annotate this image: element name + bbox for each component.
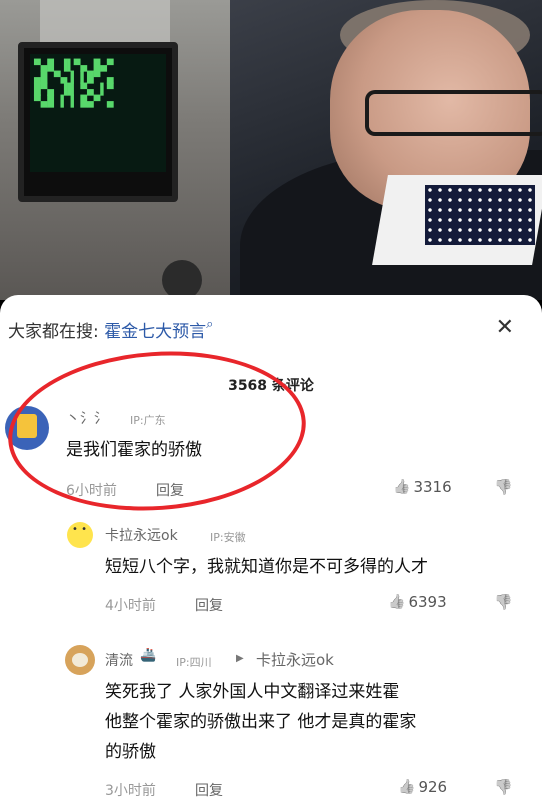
reply-button[interactable]: 回复 <box>195 780 223 800</box>
emblem-icon <box>17 414 37 438</box>
reply-arrow-icon: ▶ <box>236 653 244 664</box>
like-icon: 👍 <box>393 479 411 495</box>
avatar[interactable] <box>65 645 95 675</box>
comment-text-line: 他整个霍家的骄傲出来了 他才是真的霍家 <box>105 712 417 732</box>
ip-location: IP:四川 <box>176 656 212 669</box>
comment-time: 3小时前 <box>105 783 156 799</box>
monitor-screen: ▀▄█ ▐▌▀▄ █▄▀ ▄█ ▀▄▐ ▌█▀ ▄ █▀▄ ▐█ ▀▄ ▌▀ ▀… <box>30 54 166 172</box>
reply-target-username[interactable]: 卡拉永远ok <box>256 649 334 670</box>
like-count: 926 <box>418 778 448 796</box>
search-keyword-link[interactable]: 霍金七大预言 <box>104 322 206 342</box>
comment-count: 3568 条评论 <box>228 378 314 394</box>
microphone <box>162 260 202 300</box>
dislike-icon[interactable]: 👎 <box>494 593 513 611</box>
like-icon: 👍 <box>398 779 416 795</box>
avatar[interactable] <box>5 406 49 450</box>
like-count: 6393 <box>408 593 447 611</box>
search-prefix: 大家都在搜: <box>8 322 99 342</box>
like-button[interactable]: 👍 926 <box>398 778 447 796</box>
ship-badge-icon: 🚢 <box>140 648 157 663</box>
reply-button[interactable]: 回复 <box>195 595 223 615</box>
like-button[interactable]: 👍 3316 <box>393 478 452 496</box>
dislike-icon[interactable]: 👎 <box>494 478 513 496</box>
comments-panel: 大家都在搜: 霍金七大预言⌕ ✕ 3568 条评论 丶氵氵 IP:广东 是我们霍… <box>0 295 542 800</box>
comment-username[interactable]: 卡拉永远ok <box>105 525 178 545</box>
dislike-icon[interactable]: 👎 <box>494 778 513 796</box>
ip-location: IP:安徽 <box>210 531 246 544</box>
background-light <box>40 0 170 45</box>
ip-location: IP:广东 <box>130 414 166 427</box>
close-icon[interactable]: ✕ <box>496 315 514 340</box>
speech-computer-monitor: ▀▄█ ▐▌▀▄ █▄▀ ▄█ ▀▄▐ ▌█▀ ▄ █▀▄ ▐█ ▀▄ ▌▀ ▀… <box>18 42 178 202</box>
like-button[interactable]: 👍 6393 <box>388 593 447 611</box>
comment-text: 是我们霍家的骄傲 <box>66 440 202 460</box>
video-player[interactable]: ▀▄█ ▐▌▀▄ █▄▀ ▄█ ▀▄▐ ▌█▀ ▄ █▀▄ ▐█ ▀▄ ▌▀ ▀… <box>0 0 542 300</box>
person-tie <box>425 185 535 245</box>
video-left-frame: ▀▄█ ▐▌▀▄ █▄▀ ▄█ ▀▄▐ ▌█▀ ▄ █▀▄ ▐█ ▀▄ ▌▀ ▀… <box>0 0 230 300</box>
search-suggestion[interactable]: 大家都在搜: 霍金七大预言⌕ <box>8 317 213 342</box>
video-right-frame <box>230 0 542 300</box>
comment-username[interactable]: 清流 <box>105 650 133 670</box>
comment-text-line: 的骄傲 <box>105 742 156 762</box>
comment-text-line: 笑死我了 人家外国人中文翻译过来姓霍 <box>105 682 400 702</box>
person-glasses <box>365 90 542 136</box>
comment-time: 4小时前 <box>105 598 156 614</box>
screen-text: ▀▄█ ▐▌▀▄ █▄▀ ▄█ ▀▄▐ ▌█▀ ▄ █▀▄ ▐█ ▀▄ ▌▀ ▀… <box>34 59 114 108</box>
comment-time: 6小时前 <box>66 483 117 499</box>
search-icon: ⌕ <box>206 317 214 332</box>
reply-button[interactable]: 回复 <box>156 480 184 500</box>
comment-text: 短短八个字，我就知道你是不可多得的人才 <box>105 557 428 577</box>
like-count: 3316 <box>413 478 452 496</box>
avatar[interactable] <box>67 522 93 548</box>
comment-username[interactable]: 丶氵氵 <box>66 408 108 428</box>
like-icon: 👍 <box>388 594 406 610</box>
